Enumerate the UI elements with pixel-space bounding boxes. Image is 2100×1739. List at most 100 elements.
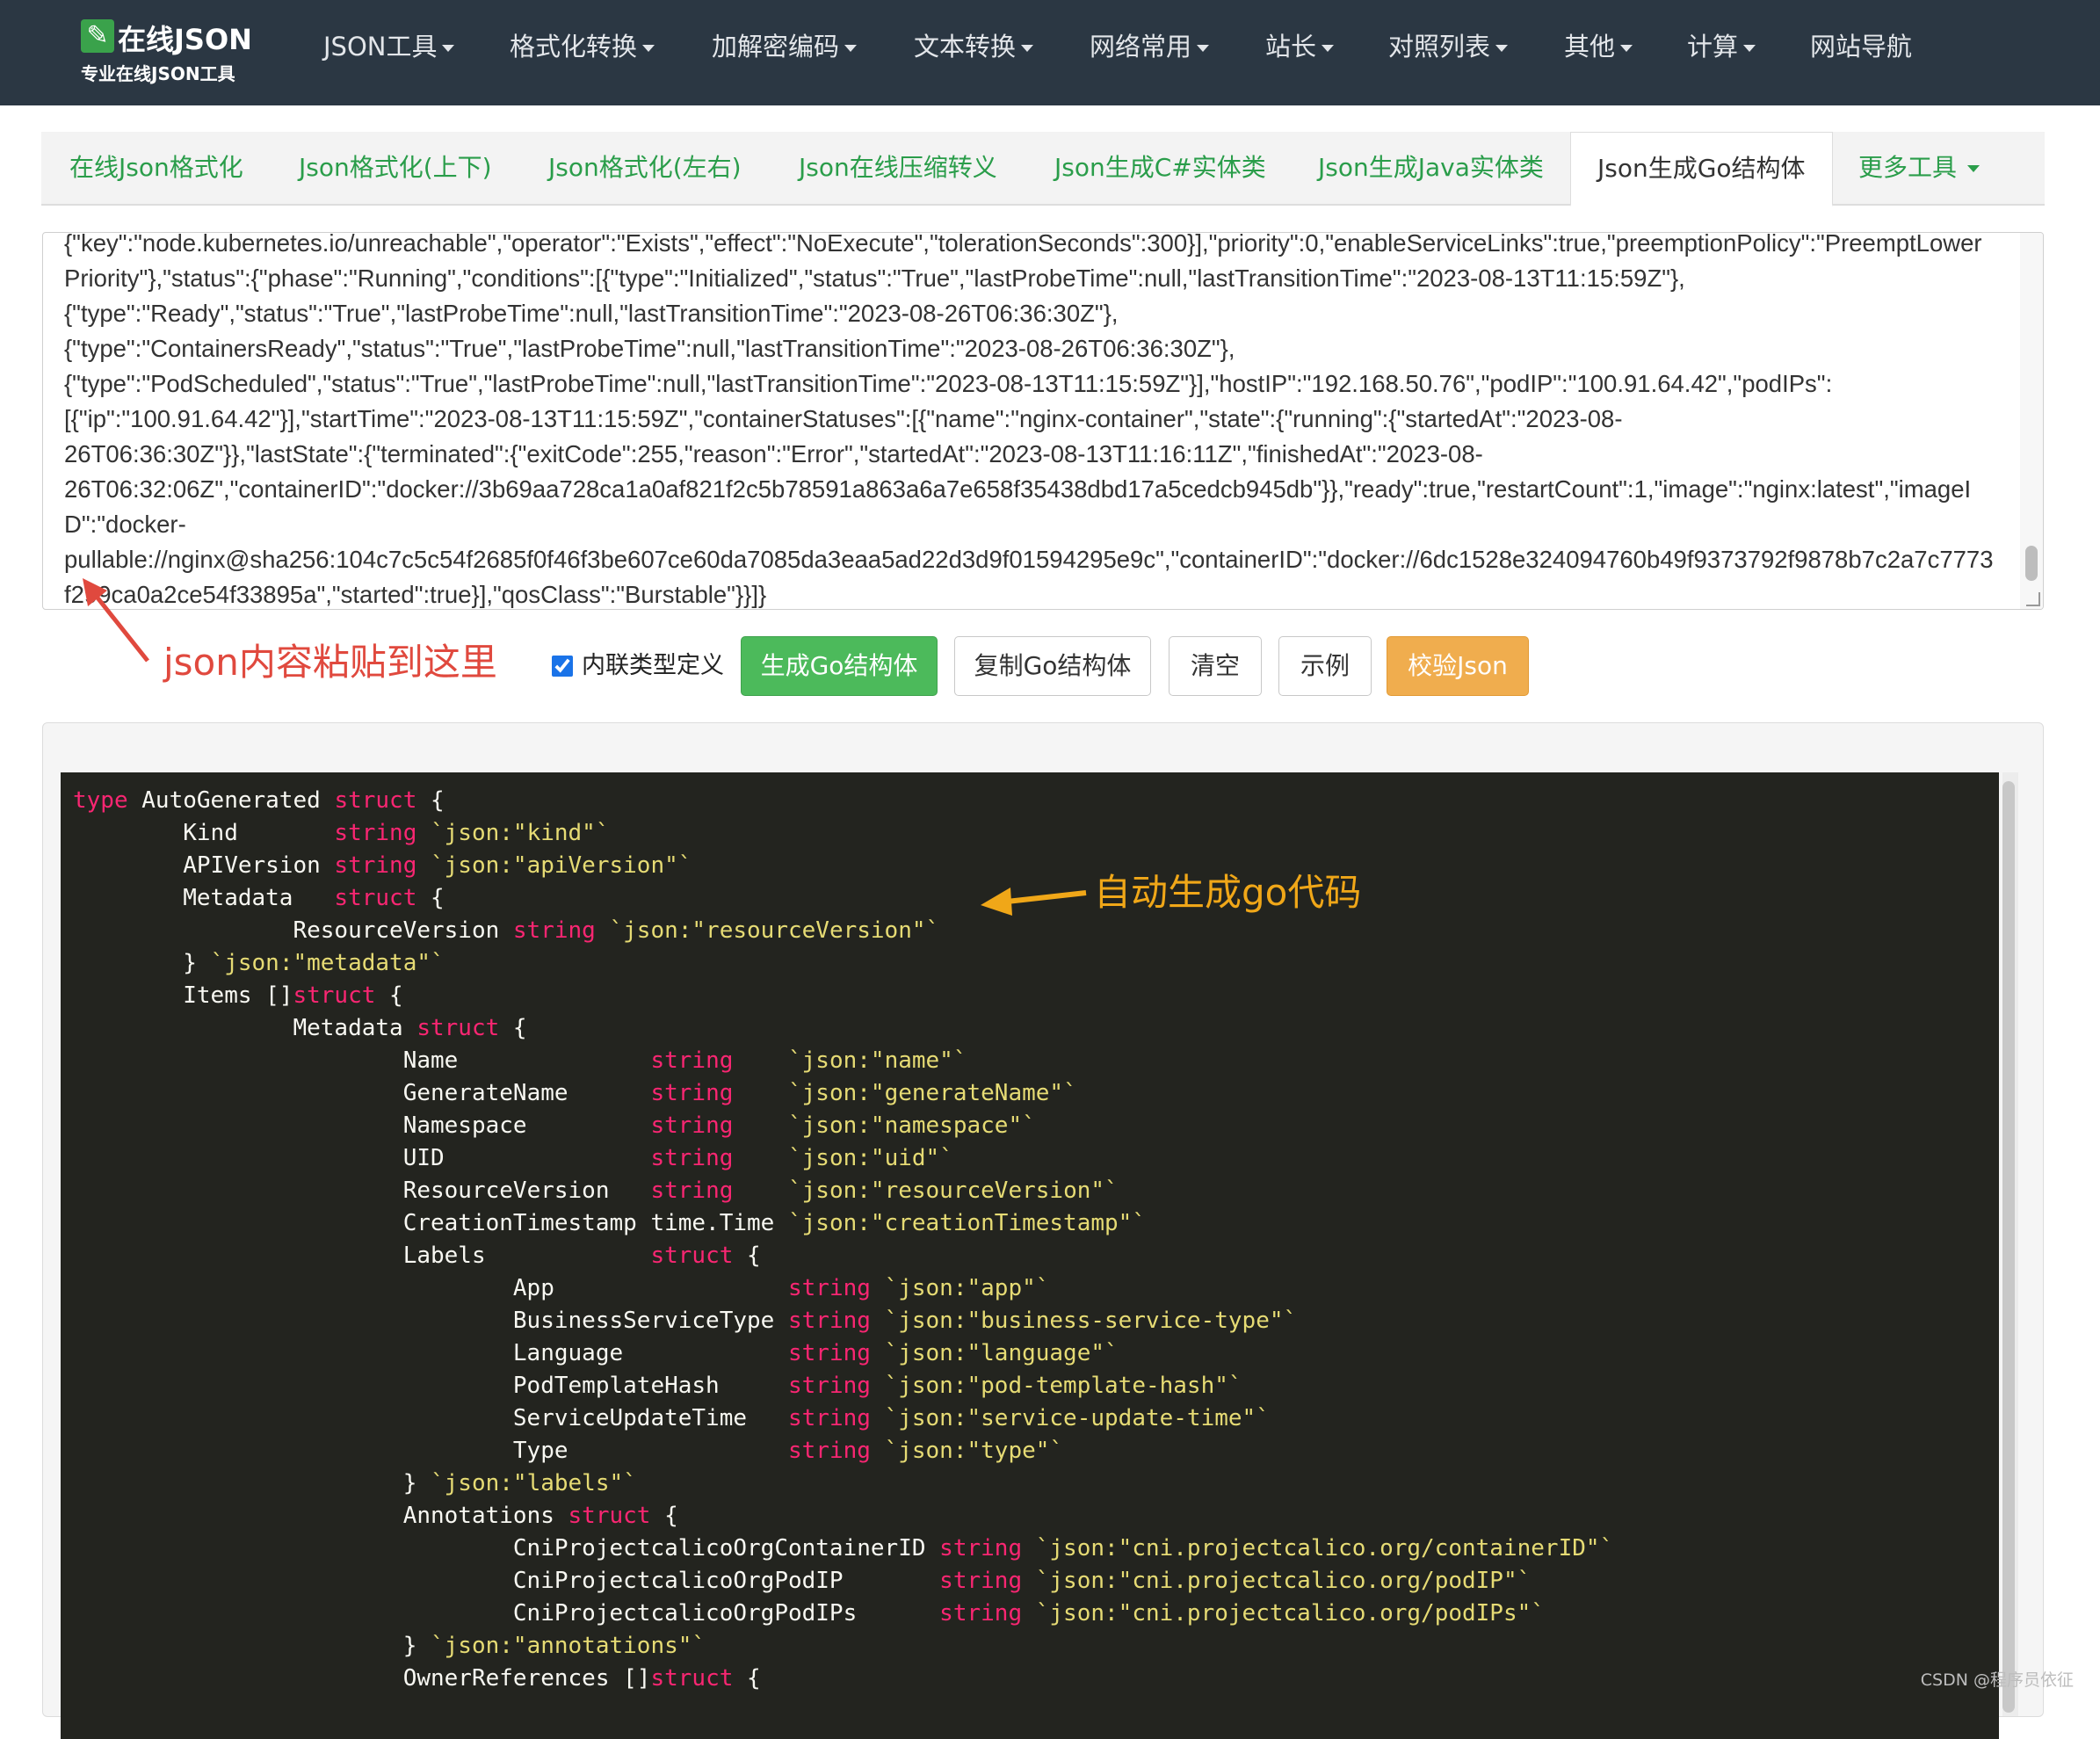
code-struct-tag: `json:"uid"` (788, 1145, 953, 1171)
tab-more-tools[interactable]: 更多工具 (1858, 132, 1980, 204)
code-text: Type (73, 1438, 788, 1464)
nav-item-encrypt-encode[interactable]: 加解密编码 (712, 25, 857, 69)
nav-item-format-convert[interactable]: 格式化转换 (510, 25, 655, 69)
code-struct-tag: `json:"cni.projectcalico.org/podIP"` (1035, 1568, 1532, 1594)
code-text: Annotations (73, 1503, 568, 1529)
nav-item-network[interactable]: 网络常用 (1090, 25, 1209, 69)
code-line: UID string `json:"uid"` (73, 1145, 953, 1171)
tab-json-to-go[interactable]: Json生成Go结构体 (1570, 132, 1833, 207)
nav-item-reference-list[interactable]: 对照列表 (1388, 25, 1508, 69)
nav-item-calculate[interactable]: 计算 (1687, 25, 1756, 69)
code-keyword: string (650, 1177, 734, 1204)
nav-item-webmaster[interactable]: 站长 (1265, 25, 1334, 69)
code-keyword: string (650, 1112, 734, 1139)
json-input-scrollbar[interactable] (2020, 233, 2043, 609)
generate-go-struct-button[interactable]: 生成Go结构体 (741, 636, 938, 696)
code-keyword: string (787, 1373, 871, 1399)
code-keyword: struct (334, 885, 417, 911)
code-struct-tag: `json:"annotations"` (431, 1633, 706, 1659)
site-logo[interactable]: ✎ 在线JSON 专业在线JSON工具 (81, 18, 257, 88)
go-code-text[interactable]: type AutoGenerated struct { Kind string … (73, 785, 1613, 1695)
code-line: Kind string `json:"kind"` (73, 820, 609, 846)
code-text: { (375, 982, 403, 1009)
tab-json-format-vertical[interactable]: Json格式化(上下) (299, 132, 492, 204)
code-text: ResourceVersion (73, 1177, 651, 1204)
code-line: } `json:"metadata"` (73, 950, 444, 976)
code-keyword: string (939, 1535, 1023, 1561)
nav-item-json-tools[interactable]: JSON工具 (323, 25, 454, 69)
code-text: AutoGenerated (127, 787, 335, 814)
code-text: { (733, 1665, 761, 1692)
code-struct-tag: `json:"apiVersion"` (431, 852, 692, 879)
code-text: Items [] (73, 982, 293, 1009)
tab-json-format-horizontal[interactable]: Json格式化(左右) (548, 132, 742, 204)
textarea-resize-handle[interactable] (2026, 592, 2040, 606)
code-struct-tag: `json:"pod-template-hash"` (884, 1373, 1242, 1399)
code-line: Language string `json:"language"` (73, 1340, 1119, 1366)
nav-item-text-convert[interactable]: 文本转换 (914, 25, 1033, 69)
tab-json-compress[interactable]: Json在线压缩转义 (799, 132, 997, 204)
example-button[interactable]: 示例 (1278, 636, 1372, 696)
json-input-scroll-thumb[interactable] (2025, 546, 2038, 581)
code-line: Items []struct { (73, 982, 403, 1009)
code-line: ResourceVersion string `json:"resourceVe… (73, 1177, 1119, 1204)
code-keyword: string (334, 820, 417, 846)
code-keyword: string (939, 1568, 1023, 1594)
code-line: type AutoGenerated struct { (73, 787, 445, 814)
code-text: UID (73, 1145, 651, 1171)
code-keyword: struct (650, 1665, 734, 1692)
code-text: BusinessServiceType (73, 1308, 788, 1334)
code-struct-tag: `json:"name"` (788, 1047, 967, 1074)
code-text: OwnerReferences [] (73, 1665, 651, 1692)
code-text: Language (73, 1340, 788, 1366)
code-text: ServiceUpdateTime (73, 1405, 788, 1431)
json-input-textarea[interactable]: {"key":"node.kubernetes.io/unreachable",… (42, 232, 2044, 610)
code-keyword: struct (293, 982, 376, 1009)
code-line: ResourceVersion string `json:"resourceVe… (73, 917, 939, 944)
inline-type-checkbox[interactable] (552, 656, 573, 677)
wrench-icon: ✎ (81, 19, 114, 53)
inline-type-checkbox-label[interactable]: 内联类型定义 (552, 649, 724, 684)
code-text: Namespace (73, 1112, 651, 1139)
code-output-scrollbar[interactable] (2002, 772, 2018, 1716)
tab-json-to-java[interactable]: Json生成Java实体类 (1318, 132, 1544, 204)
tab-json-to-csharp[interactable]: Json生成C#实体类 (1054, 132, 1266, 204)
code-keyword: string (787, 1308, 871, 1334)
code-struct-tag: `json:"generateName"` (788, 1080, 1077, 1106)
nav-item-other[interactable]: 其他 (1564, 25, 1633, 69)
code-keyword: struct (650, 1243, 734, 1269)
validate-json-button[interactable]: 校验Json (1387, 636, 1529, 696)
code-text: Metadata (73, 1015, 417, 1041)
json-input-value[interactable]: {"key":"node.kubernetes.io/unreachable",… (64, 233, 1997, 609)
code-keyword: string (787, 1438, 871, 1464)
code-struct-tag: `json:"type"` (884, 1438, 1064, 1464)
tab-json-format[interactable]: 在线Json格式化 (69, 132, 243, 204)
code-struct-tag: `json:"labels"` (431, 1470, 637, 1496)
code-text: ResourceVersion (73, 917, 513, 944)
code-keyword: string (939, 1600, 1023, 1627)
top-navbar: ✎ 在线JSON 专业在线JSON工具 JSON工具 格式化转换 加解密编码 文… (0, 0, 2100, 105)
code-text: APIVersion (73, 852, 335, 879)
code-struct-tag: `json:"business-service-type"` (884, 1308, 1298, 1334)
copy-go-struct-button[interactable]: 复制Go结构体 (954, 636, 1151, 696)
nav-item-site-navigation[interactable]: 网站导航 (1810, 25, 1912, 69)
code-line: GenerateName string `json:"generateName"… (73, 1080, 1077, 1106)
code-text: } (73, 950, 211, 976)
tool-tabs: 在线Json格式化 Json格式化(上下) Json格式化(左右) Json在线… (41, 132, 2045, 207)
code-output-scroll-thumb[interactable] (2002, 781, 2015, 1713)
code-struct-tag: `json:"creationTimestamp"` (787, 1210, 1146, 1236)
code-text: Labels (73, 1243, 651, 1269)
clear-button[interactable]: 清空 (1169, 636, 1262, 696)
output-hint-annotation: 自动生成go代码 (1094, 871, 1362, 914)
code-line: Annotations struct { (73, 1503, 678, 1529)
code-text: } (73, 1470, 431, 1496)
code-struct-tag: `json:"resourceVersion"` (609, 917, 940, 944)
